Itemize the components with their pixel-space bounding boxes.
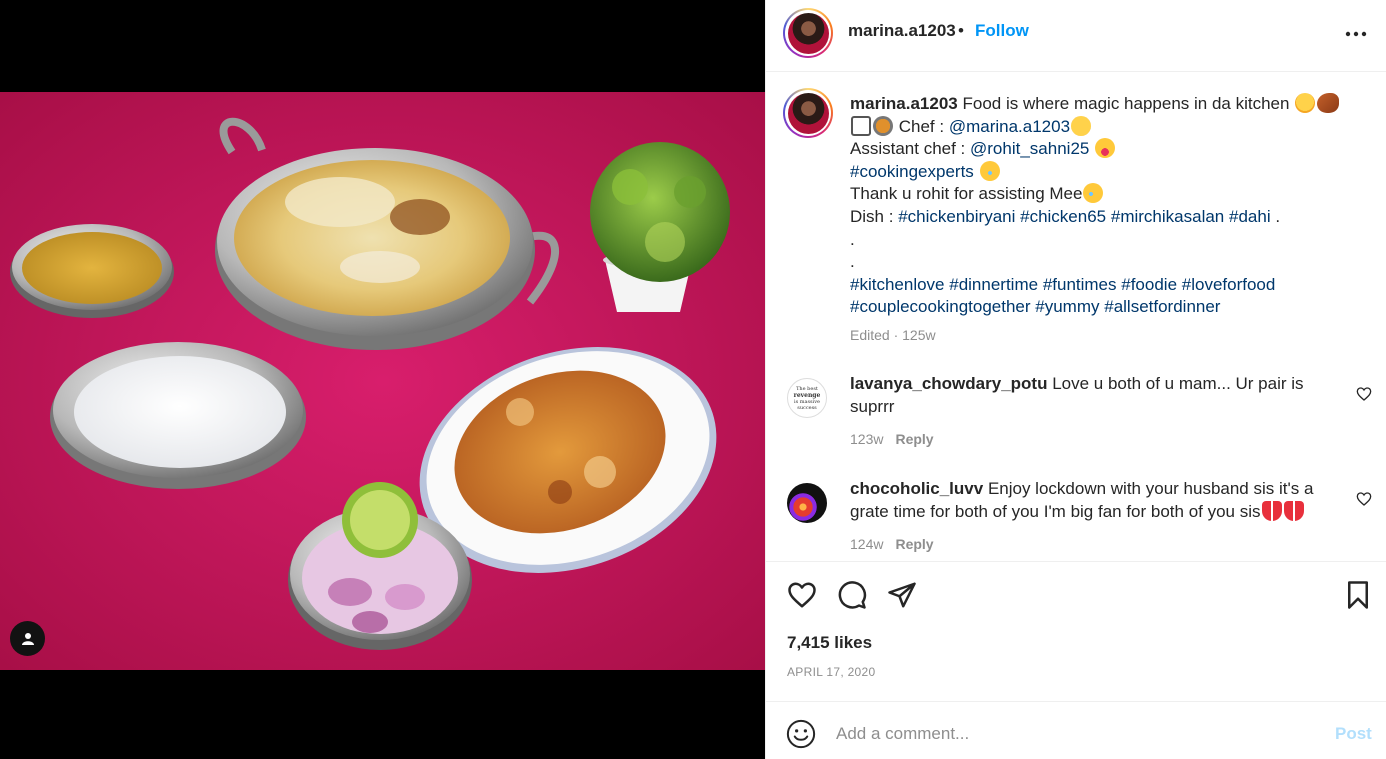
comment-icon[interactable] — [835, 578, 869, 612]
commenter-username[interactable]: chocoholic_luvv — [850, 479, 983, 498]
comment-input[interactable] — [836, 721, 1316, 747]
hashtag-link[interactable]: #yummy — [1035, 297, 1099, 316]
rofl-emoji-icon — [1083, 183, 1104, 204]
hashtag-link[interactable]: #cookingexperts — [850, 162, 974, 181]
comment-body: lavanya_chowdary_potu Love u both of u m… — [850, 373, 1330, 418]
comment-heart-icon[interactable] — [1356, 386, 1372, 402]
avatar-text: success — [797, 404, 817, 411]
joy-emoji-icon — [979, 160, 1000, 181]
commenter-username[interactable]: lavanya_chowdary_potu — [850, 374, 1047, 393]
comment-meta: 123w Reply — [850, 431, 934, 447]
hashtag-link[interactable]: #funtimes — [1043, 275, 1117, 294]
likes-count[interactable]: 7,415 likes — [787, 633, 872, 653]
comment-text: grate time for both of you I'm big fan f… — [850, 501, 1261, 521]
comment-text: Enjoy lockdown with your husband sis it'… — [987, 479, 1314, 498]
post-header: marina.a1203 • Follow — [766, 0, 1386, 72]
comments-list[interactable]: marina.a1203 Food is where magic happens… — [766, 73, 1386, 561]
comment-meta: 124w Reply — [850, 536, 934, 552]
plate-emoji-icon — [851, 115, 871, 136]
avatar-text: revenge — [793, 391, 821, 399]
caption-avatar[interactable] — [783, 88, 833, 138]
mention-link[interactable]: @rohit_sahni25 — [970, 139, 1089, 158]
post-comment-button[interactable]: Post — [1335, 724, 1372, 744]
broken-heart-emoji-icon — [1283, 500, 1304, 521]
hashtag-link[interactable]: #kitchenlove — [850, 275, 945, 294]
share-icon[interactable] — [885, 578, 919, 612]
heart-eyes-emoji-icon — [1295, 93, 1316, 113]
header-separator: • — [958, 21, 964, 40]
comment-text: Love u both of u mam... Ur pair is — [1052, 374, 1304, 393]
hashtag-link[interactable]: #mirchikasalan — [1111, 207, 1224, 226]
hashtag-link[interactable]: #dinnertime — [949, 275, 1038, 294]
poultry-leg-emoji-icon — [1317, 93, 1340, 113]
hashtag-link[interactable]: #foodie — [1121, 275, 1177, 294]
caption-username[interactable]: marina.a1203 — [850, 94, 958, 113]
caption-text: Food is where magic happens in da kitche… — [962, 94, 1290, 113]
follow-button[interactable]: Follow — [975, 21, 1029, 41]
comment-body: chocoholic_luvv Enjoy lockdown with your… — [850, 478, 1330, 523]
curry-emoji-icon — [873, 115, 893, 136]
bookmark-icon[interactable] — [1341, 578, 1375, 612]
post-photo[interactable] — [0, 92, 765, 670]
tagged-users-button[interactable] — [10, 621, 45, 656]
comment-text: suprrr — [850, 396, 895, 416]
more-horizontal-icon[interactable] — [1344, 22, 1368, 46]
hashtag-link[interactable]: #chicken65 — [1020, 207, 1106, 226]
food-photo-illustration — [0, 92, 765, 670]
caption-chef-label: Chef : — [898, 116, 945, 136]
post-side-panel: marina.a1203 • Follow marina.a1203 Food … — [765, 0, 1386, 759]
caption-assistant-label: Assistant chef : — [850, 139, 966, 159]
smile-emoji-icon — [1071, 115, 1092, 136]
commenter-avatar[interactable] — [787, 483, 827, 523]
caption-thanks: Thank u rohit for assisting Mee — [850, 184, 1083, 204]
caption-dot: . — [850, 252, 855, 272]
reply-button[interactable]: Reply — [895, 431, 933, 447]
caption-edited-time[interactable]: Edited · 125w — [850, 327, 936, 343]
mention-link[interactable]: @marina.a1203 — [949, 117, 1070, 136]
hashtag-link[interactable]: #loveforfood — [1182, 275, 1276, 294]
post-caption: marina.a1203 Food is where magic happens… — [850, 93, 1360, 319]
hashtag-link[interactable]: #dahi — [1229, 207, 1271, 226]
commenter-avatar[interactable]: The best revenge is massive success — [787, 378, 827, 418]
author-username[interactable]: marina.a1203 — [848, 21, 956, 41]
caption-dot: . — [850, 229, 855, 249]
add-comment-bar: Post — [766, 701, 1386, 759]
emoji-smile-icon[interactable] — [786, 719, 816, 749]
comment-heart-icon[interactable] — [1356, 491, 1372, 507]
reply-button[interactable]: Reply — [895, 536, 933, 552]
hashtag-link[interactable]: #chickenbiryani — [898, 207, 1015, 226]
hashtag-link[interactable]: #allsetfordinner — [1104, 297, 1220, 316]
post-date[interactable]: APRIL 17, 2020 — [787, 665, 875, 679]
heart-icon[interactable] — [785, 578, 819, 612]
broken-heart-emoji-icon — [1261, 500, 1282, 521]
caption-dish-label: Dish : — [850, 206, 894, 226]
person-icon — [21, 632, 34, 645]
comment-time[interactable]: 124w — [850, 536, 883, 552]
tongue-emoji-icon — [1095, 138, 1116, 159]
author-avatar[interactable] — [783, 8, 833, 58]
post-media[interactable] — [0, 0, 765, 759]
caption-dot: . — [1275, 206, 1281, 226]
comment-time[interactable]: 123w — [850, 431, 883, 447]
hashtag-link[interactable]: #couplecookingtogether — [850, 297, 1031, 316]
post-actions: 7,415 likes APRIL 17, 2020 — [766, 561, 1386, 701]
